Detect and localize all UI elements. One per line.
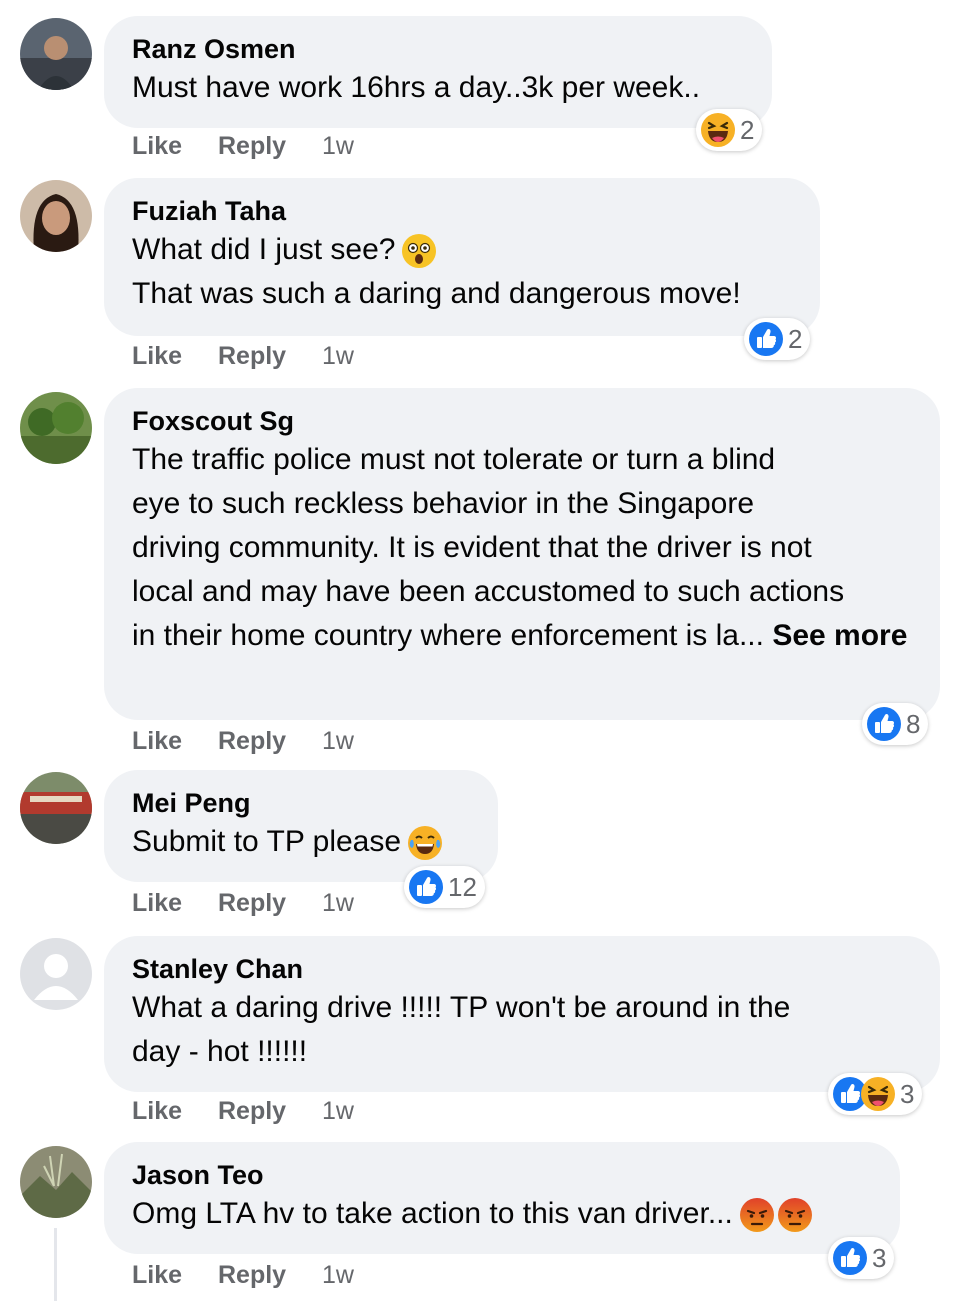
comment-line: The traffic police must not tolerate or …: [132, 443, 776, 476]
haha-icon: [860, 1076, 896, 1112]
reply-link[interactable]: Reply: [218, 1258, 286, 1292]
comment-line: eye to such reckless behavior in the Sin…: [132, 487, 755, 520]
comment-line: Submit to TP please: [132, 825, 402, 858]
see-more-link[interactable]: See more: [772, 619, 907, 652]
reaction-count: 8: [906, 708, 921, 739]
like-link[interactable]: Like: [132, 724, 182, 758]
reaction-summary[interactable]: 2: [744, 318, 811, 360]
like-link[interactable]: Like: [132, 886, 182, 920]
reply-link[interactable]: Reply: [218, 724, 286, 758]
comment-line: What did I just see?: [132, 233, 396, 266]
angry-emoji-icon: [739, 1197, 775, 1233]
commenter-name[interactable]: Stanley Chan: [132, 952, 912, 986]
like-link[interactable]: Like: [132, 339, 182, 373]
haha-icon: [700, 112, 736, 148]
reaction-count: 3: [900, 1078, 915, 1109]
angry-emoji-icon: [777, 1197, 813, 1233]
comment-line: in their home country where enforcement …: [132, 619, 764, 652]
like-link[interactable]: Like: [132, 1094, 182, 1128]
comment-line: What a daring drive !!!!! TP won't be ar…: [132, 991, 791, 1024]
comment-bubble: Foxscout Sg The traffic police must not …: [104, 388, 940, 720]
timestamp[interactable]: 1w: [322, 724, 354, 758]
comment-text: Submit to TP please: [132, 820, 470, 864]
reaction-summary[interactable]: 2: [696, 109, 763, 151]
commenter-name[interactable]: Mei Peng: [132, 786, 470, 820]
reply-link[interactable]: Reply: [218, 129, 286, 163]
like-link[interactable]: Like: [132, 129, 182, 163]
comment-text: Must have work 16hrs a day..3k per week.…: [132, 71, 701, 104]
reply-link[interactable]: Reply: [218, 1094, 286, 1128]
comment-bubble: Jason Teo Omg LTA hv to take action to t…: [104, 1142, 900, 1254]
shocked-emoji-icon: [401, 233, 437, 269]
like-icon: [748, 321, 784, 357]
reaction-count: 12: [448, 871, 477, 902]
reaction-summary[interactable]: 3: [828, 1073, 923, 1115]
timestamp[interactable]: 1w: [322, 339, 354, 373]
comment-bubble: Stanley Chan What a daring drive !!!!! T…: [104, 936, 940, 1092]
commenter-name[interactable]: Ranz Osmen: [132, 32, 744, 66]
timestamp[interactable]: 1w: [322, 1094, 354, 1128]
commenter-name[interactable]: Jason Teo: [132, 1158, 872, 1192]
like-icon: [866, 706, 902, 742]
reply-link[interactable]: Reply: [218, 339, 286, 373]
comment-line: Omg LTA hv to take action to this van dr…: [132, 1197, 733, 1230]
reaction-count: 2: [788, 323, 803, 354]
timestamp[interactable]: 1w: [322, 886, 354, 920]
comment-text: in their home country where enforcement …: [132, 614, 912, 658]
like-link[interactable]: Like: [132, 1258, 182, 1292]
reaction-count: 2: [740, 114, 755, 145]
comment-line: driving community. It is evident that th…: [132, 531, 812, 564]
avatar[interactable]: [20, 938, 92, 1010]
reaction-count: 3: [872, 1242, 887, 1273]
commenter-name[interactable]: Fuziah Taha: [132, 194, 792, 228]
reaction-summary[interactable]: 12: [404, 866, 485, 908]
avatar[interactable]: [20, 18, 92, 90]
commenter-name[interactable]: Foxscout Sg: [132, 404, 912, 438]
reply-link[interactable]: Reply: [218, 886, 286, 920]
comment-line: That was such a daring and dangerous mov…: [132, 277, 741, 310]
comment-line: local and may have been accustomed to su…: [132, 575, 845, 608]
comment-bubble: Ranz Osmen Must have work 16hrs a day..3…: [104, 16, 772, 128]
avatar[interactable]: [20, 180, 92, 252]
comment-text: Omg LTA hv to take action to this van dr…: [132, 1192, 872, 1236]
timestamp[interactable]: 1w: [322, 129, 354, 163]
timestamp[interactable]: 1w: [322, 1258, 354, 1292]
tears-of-joy-emoji-icon: [407, 825, 443, 861]
reaction-summary[interactable]: 3: [828, 1237, 895, 1279]
avatar[interactable]: [20, 772, 92, 844]
thread-line: [54, 1228, 57, 1301]
like-icon: [408, 869, 444, 905]
like-icon: [832, 1240, 868, 1276]
reaction-summary[interactable]: 8: [862, 703, 929, 745]
comment-bubble: Fuziah Taha What did I just see? That wa…: [104, 178, 820, 336]
comment-text: What did I just see?: [132, 228, 792, 272]
avatar[interactable]: [20, 1146, 92, 1218]
comment-line: day - hot !!!!!!: [132, 1035, 308, 1068]
avatar[interactable]: [20, 392, 92, 464]
